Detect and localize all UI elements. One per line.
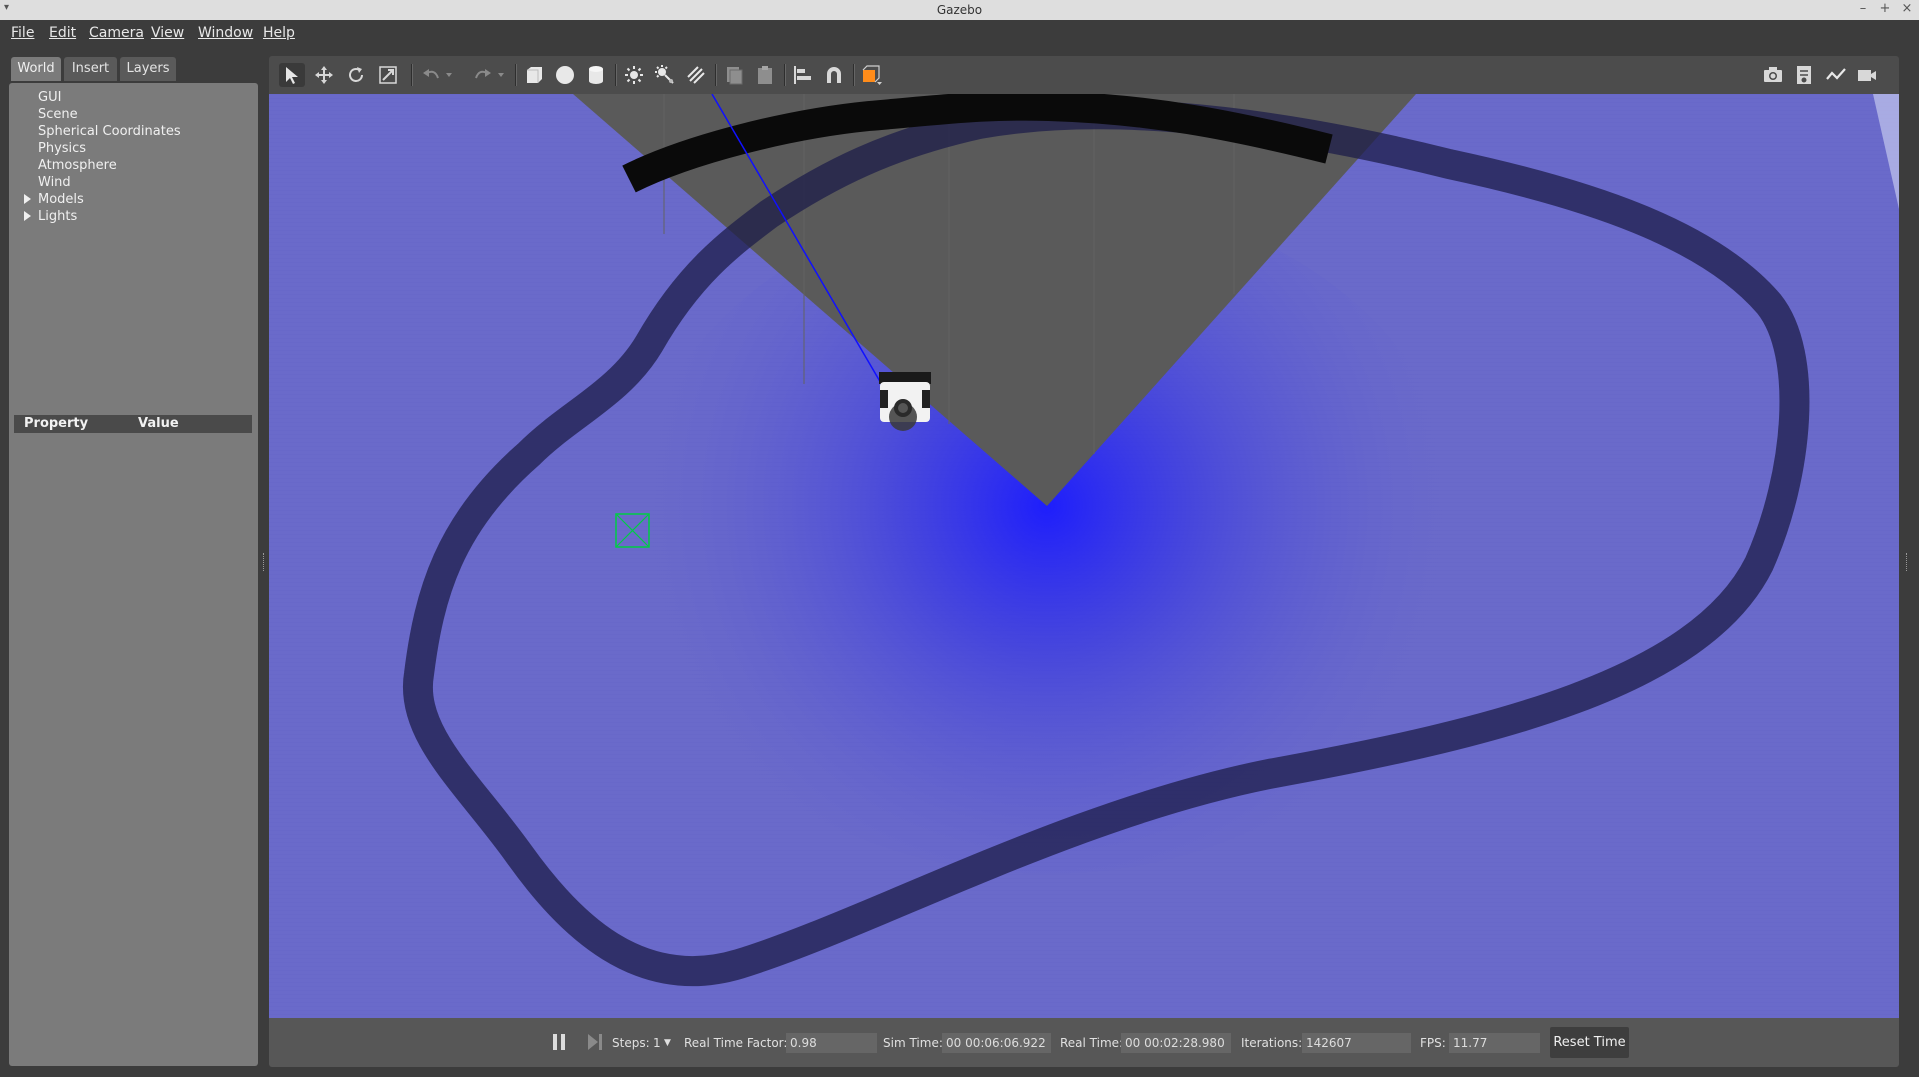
menu-help[interactable]: Help: [263, 25, 295, 41]
undo-dropdown-icon[interactable]: [441, 63, 457, 87]
select-arrow-icon[interactable]: [279, 63, 305, 87]
real-time-label: Real Time:: [1060, 1036, 1124, 1050]
rotate-icon[interactable]: [343, 63, 369, 87]
snap-magnet-icon[interactable]: [821, 63, 847, 87]
iterations-label: Iterations:: [1241, 1036, 1303, 1050]
tree-item-scene[interactable]: Scene: [38, 107, 78, 122]
box-icon[interactable]: [521, 63, 547, 87]
tab-layers[interactable]: Layers: [120, 57, 176, 81]
real-time-field: 00 00:02:28.980: [1121, 1033, 1231, 1053]
toolbar-separator: [411, 64, 413, 86]
menu-bar: File Edit Camera View Window Help: [0, 20, 1919, 46]
expand-arrow-icon[interactable]: [24, 211, 31, 221]
panel-splitter-handle[interactable]: [263, 553, 266, 571]
translate-icon[interactable]: [311, 63, 337, 87]
menu-camera[interactable]: Camera: [89, 25, 144, 41]
window-titlebar: ▾ Gazebo – + ×: [0, 0, 1919, 20]
tree-item-lights[interactable]: Lights: [38, 209, 77, 224]
toolbar-separator: [784, 64, 786, 86]
sphere-icon[interactable]: [552, 63, 578, 87]
tab-world[interactable]: World: [11, 57, 61, 81]
view-angle-icon[interactable]: [859, 63, 885, 87]
tree-item-wind[interactable]: Wind: [38, 175, 71, 190]
point-light-icon[interactable]: [621, 63, 647, 87]
sim-time-label: Sim Time:: [883, 1036, 943, 1050]
real-time-factor-label: Real Time Factor:: [684, 1036, 788, 1050]
scene-render: [269, 94, 1899, 1018]
main-toolbar: [269, 56, 1899, 94]
menu-window[interactable]: Window: [198, 25, 253, 41]
right-splitter-handle[interactable]: [1906, 553, 1909, 571]
redo-dropdown-icon[interactable]: [493, 63, 509, 87]
toolbar-separator: [615, 64, 617, 86]
window-title: Gazebo: [936, 3, 983, 17]
fps-label: FPS:: [1420, 1036, 1446, 1050]
expand-arrow-icon[interactable]: [24, 194, 31, 204]
log-record-icon[interactable]: [1791, 63, 1817, 87]
close-icon[interactable]: ×: [1898, 1, 1916, 16]
tree-item-models[interactable]: Models: [38, 192, 84, 207]
align-icon[interactable]: [790, 63, 816, 87]
video-record-icon[interactable]: [1854, 63, 1880, 87]
copy-icon[interactable]: [721, 63, 747, 87]
sim-time-field: 00 00:06:06.922: [942, 1033, 1051, 1053]
plot-icon[interactable]: [1823, 63, 1849, 87]
world-panel: GUI Scene Spherical Coordinates Physics …: [9, 83, 258, 1066]
steps-label: Steps:: [612, 1036, 650, 1050]
toolbar-separator: [853, 64, 855, 86]
screenshot-camera-icon[interactable]: [1760, 63, 1786, 87]
menu-file[interactable]: File: [11, 25, 34, 41]
reset-time-button[interactable]: Reset Time: [1550, 1027, 1629, 1058]
toolbar-separator: [715, 64, 717, 86]
property-table-header: Property Value: [14, 415, 252, 433]
fps-field: 11.77: [1449, 1033, 1540, 1053]
value-column-header: Value: [138, 416, 179, 431]
step-button[interactable]: [585, 1030, 605, 1054]
steps-dropdown-icon[interactable]: ▼: [664, 1038, 671, 1048]
real-time-factor-field: 0.98: [786, 1033, 877, 1053]
directional-light-icon[interactable]: [683, 63, 709, 87]
steps-value[interactable]: 1: [653, 1036, 661, 1050]
toolbar-separator: [515, 64, 517, 86]
tree-item-physics[interactable]: Physics: [38, 141, 86, 156]
maximize-icon[interactable]: +: [1876, 1, 1894, 16]
tree-item-gui[interactable]: GUI: [38, 90, 61, 105]
spot-light-icon[interactable]: [652, 63, 678, 87]
cylinder-icon[interactable]: [583, 63, 609, 87]
tree-item-spherical-coordinates[interactable]: Spherical Coordinates: [38, 124, 181, 139]
property-column-header: Property: [24, 416, 89, 431]
simulation-status-bar: Steps: 1 ▼ Real Time Factor: 0.98 Sim Ti…: [269, 1018, 1899, 1067]
iterations-field: 142607: [1302, 1033, 1411, 1053]
pause-button[interactable]: [549, 1030, 569, 1054]
menu-edit[interactable]: Edit: [49, 25, 76, 41]
minimize-icon[interactable]: –: [1854, 1, 1872, 16]
scene-viewport[interactable]: [269, 94, 1899, 1018]
menu-view[interactable]: View: [151, 25, 184, 41]
tree-item-atmosphere[interactable]: Atmosphere: [38, 158, 117, 173]
paste-icon[interactable]: [752, 63, 778, 87]
scale-icon[interactable]: [375, 63, 401, 87]
tab-insert[interactable]: Insert: [64, 57, 117, 81]
